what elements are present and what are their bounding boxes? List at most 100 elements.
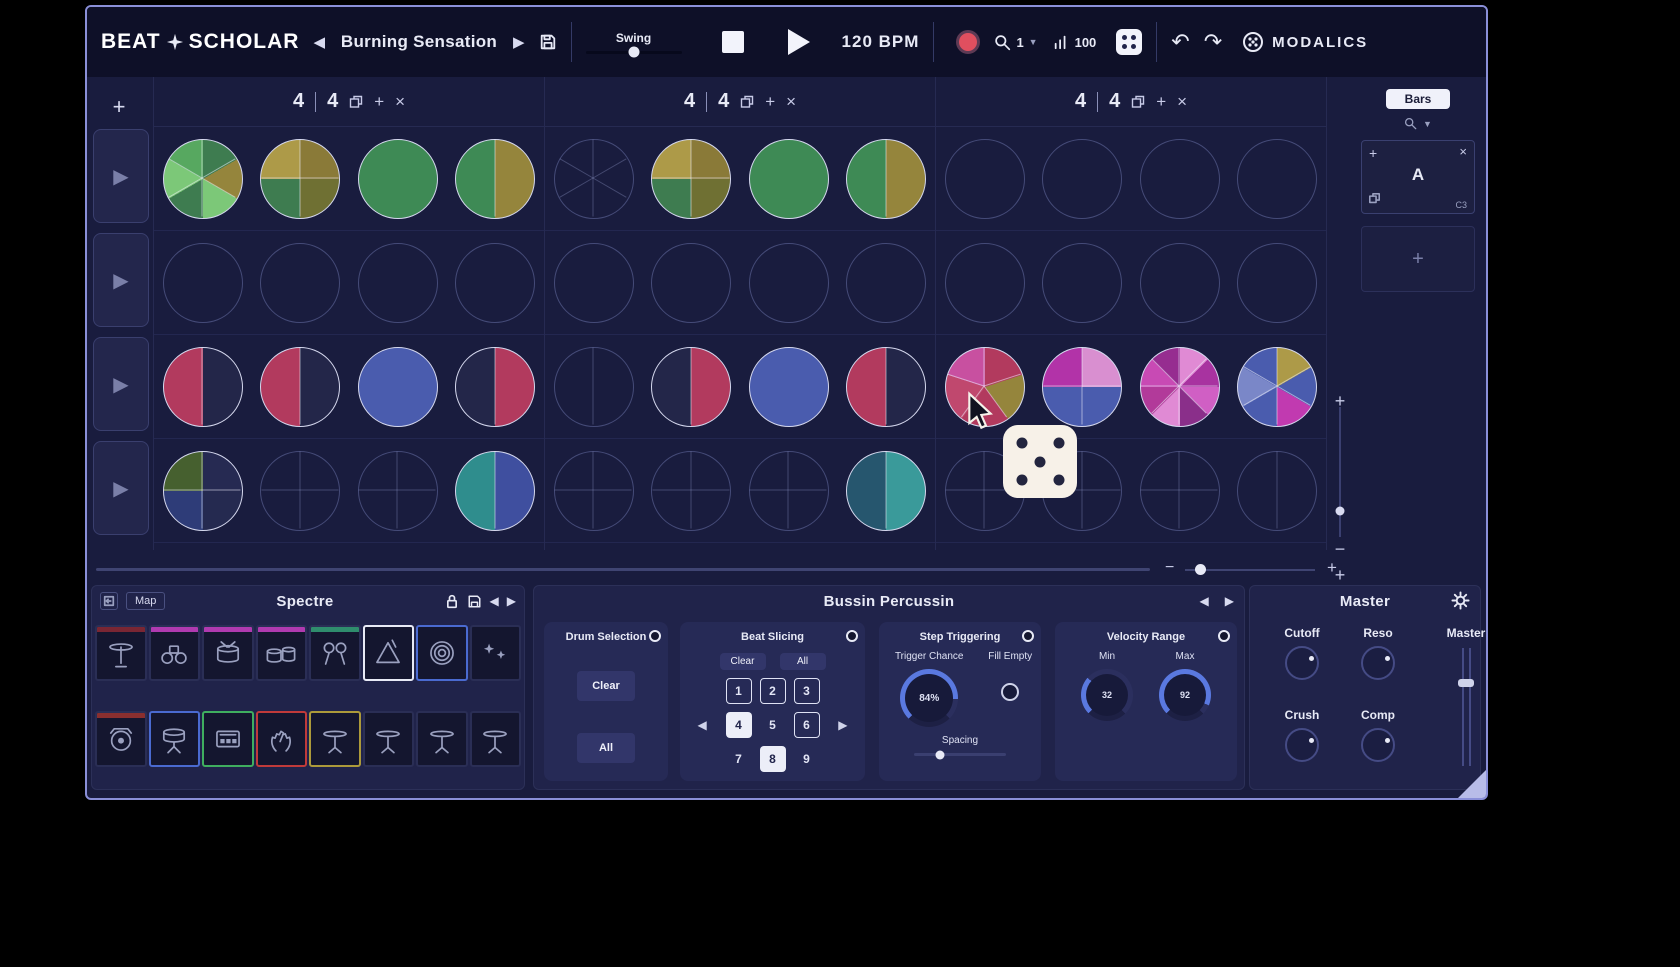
magnifier-icon[interactable] bbox=[1404, 117, 1417, 130]
beat-pad[interactable] bbox=[749, 243, 829, 323]
stop-button[interactable] bbox=[722, 31, 744, 53]
next-slice-page-button[interactable]: ▶ bbox=[838, 718, 847, 732]
beat-pad[interactable] bbox=[554, 139, 634, 219]
instrument-tile-drum[interactable] bbox=[202, 625, 254, 681]
beat-pad[interactable] bbox=[651, 451, 731, 531]
spacing-slider[interactable] bbox=[914, 753, 1006, 756]
save-icon[interactable] bbox=[539, 33, 557, 51]
drum-selection-toggle[interactable] bbox=[649, 630, 661, 642]
prev-kit-button[interactable]: ◀ bbox=[490, 594, 499, 608]
row-play-button[interactable]: ▶ bbox=[93, 337, 149, 431]
time-signature-top[interactable]: 4 bbox=[1075, 90, 1086, 113]
beat-pad[interactable] bbox=[554, 243, 634, 323]
master-volume-slider[interactable] bbox=[1462, 648, 1471, 766]
dice-icon[interactable] bbox=[1116, 29, 1142, 55]
beat-pad[interactable] bbox=[1237, 139, 1317, 219]
instrument-tile-spiral[interactable] bbox=[416, 625, 468, 681]
beat-pad[interactable] bbox=[1140, 243, 1220, 323]
beat-pad[interactable] bbox=[358, 139, 438, 219]
velocity-range-toggle[interactable] bbox=[1218, 630, 1230, 642]
instrument-tile-drumpair[interactable] bbox=[256, 625, 308, 681]
beat-pad[interactable] bbox=[455, 139, 535, 219]
reso-knob[interactable] bbox=[1361, 646, 1395, 680]
velocity-meter-control[interactable]: 100 bbox=[1052, 34, 1097, 50]
slice-number-2[interactable]: 2 bbox=[760, 678, 786, 704]
instrument-tile-gong[interactable] bbox=[95, 711, 147, 767]
bars-toggle[interactable]: Bars bbox=[1386, 89, 1450, 109]
beat-pad[interactable] bbox=[945, 139, 1025, 219]
beat-pad[interactable] bbox=[358, 243, 438, 323]
prev-song-button[interactable]: ◀ bbox=[313, 33, 325, 51]
beat-pad[interactable] bbox=[455, 347, 535, 427]
add-measure-icon[interactable]: + bbox=[1156, 93, 1166, 110]
beat-pad[interactable] bbox=[1042, 243, 1122, 323]
lock-icon[interactable] bbox=[445, 594, 459, 609]
remove-measure-icon[interactable]: × bbox=[786, 93, 796, 110]
beat-slicing-all-button[interactable]: All bbox=[780, 653, 826, 670]
beat-pad[interactable] bbox=[749, 347, 829, 427]
hscroll-track[interactable] bbox=[96, 568, 1150, 571]
beat-pad[interactable] bbox=[1140, 347, 1220, 427]
prev-slice-page-button[interactable]: ◀ bbox=[698, 718, 707, 732]
save-kit-icon[interactable] bbox=[467, 594, 482, 609]
time-signature-bottom[interactable]: 4 bbox=[1109, 90, 1120, 113]
zoom-in-horizontal-button[interactable]: + bbox=[1327, 558, 1337, 578]
bar-slot-a[interactable]: + × A C3 bbox=[1361, 140, 1475, 214]
instrument-tile-clap[interactable] bbox=[256, 711, 308, 767]
beat-pad[interactable] bbox=[651, 243, 731, 323]
slice-number-9[interactable]: 9 bbox=[794, 746, 820, 772]
time-signature-bottom[interactable]: 4 bbox=[718, 90, 729, 113]
beat-pad[interactable] bbox=[163, 451, 243, 531]
instrument-tile-cymbal2[interactable] bbox=[416, 711, 468, 767]
beat-pad[interactable] bbox=[846, 347, 926, 427]
prev-preset-button[interactable]: ◀ bbox=[1200, 594, 1209, 608]
resize-handle[interactable] bbox=[1458, 770, 1486, 798]
crush-knob[interactable] bbox=[1285, 728, 1319, 762]
chevron-down-icon[interactable]: ▼ bbox=[1423, 119, 1432, 129]
instrument-tile-cymbal[interactable] bbox=[95, 625, 147, 681]
beat-pad[interactable] bbox=[554, 451, 634, 531]
beat-pad[interactable] bbox=[1140, 139, 1220, 219]
duplicate-bar-icon[interactable] bbox=[1369, 191, 1380, 209]
play-button[interactable] bbox=[788, 29, 810, 55]
add-measure-icon[interactable]: + bbox=[374, 93, 384, 110]
vertical-zoom-slider[interactable] bbox=[1339, 407, 1341, 537]
redo-icon[interactable]: ↷ bbox=[1204, 31, 1222, 53]
beat-pad[interactable] bbox=[1140, 451, 1220, 531]
beat-pad[interactable] bbox=[749, 451, 829, 531]
beat-slicing-clear-button[interactable]: Clear bbox=[720, 653, 766, 670]
beat-pad[interactable] bbox=[260, 243, 340, 323]
instrument-tile-drummachine[interactable] bbox=[202, 711, 254, 767]
instrument-tile-snare[interactable] bbox=[149, 711, 201, 767]
beat-pad[interactable] bbox=[163, 347, 243, 427]
beat-pad[interactable] bbox=[651, 347, 731, 427]
beat-pad[interactable] bbox=[260, 451, 340, 531]
beat-pad[interactable] bbox=[749, 139, 829, 219]
beat-pad[interactable] bbox=[1237, 243, 1317, 323]
remove-measure-icon[interactable]: × bbox=[1177, 93, 1187, 110]
collapse-panel-icon[interactable] bbox=[100, 592, 118, 610]
drum-selection-all-button[interactable]: All bbox=[577, 733, 635, 763]
beat-pad[interactable] bbox=[260, 347, 340, 427]
zoom-out-horizontal-button[interactable]: − bbox=[1165, 559, 1174, 577]
remove-measure-icon[interactable]: × bbox=[395, 93, 405, 110]
beat-pad[interactable] bbox=[846, 243, 926, 323]
beat-pad[interactable] bbox=[1042, 139, 1122, 219]
duplicate-measure-icon[interactable] bbox=[349, 95, 363, 109]
instrument-tile-cymbal2[interactable] bbox=[470, 711, 522, 767]
beat-pad[interactable] bbox=[358, 451, 438, 531]
row-play-button[interactable]: ▶ bbox=[93, 233, 149, 327]
beat-pad[interactable] bbox=[651, 139, 731, 219]
beat-pad[interactable] bbox=[846, 139, 926, 219]
instrument-tile-cymbal2[interactable] bbox=[363, 711, 415, 767]
chevron-down-icon[interactable]: ▼ bbox=[1029, 37, 1038, 47]
undo-icon[interactable]: ↶ bbox=[1171, 31, 1189, 53]
trigger-chance-knob[interactable]: 84% bbox=[900, 669, 958, 727]
comp-knob[interactable] bbox=[1361, 728, 1395, 762]
beat-pad[interactable] bbox=[358, 347, 438, 427]
instrument-tile-stars[interactable] bbox=[470, 625, 522, 681]
beat-pad[interactable] bbox=[846, 451, 926, 531]
slice-number-3[interactable]: 3 bbox=[794, 678, 820, 704]
slice-number-4[interactable]: 4 bbox=[726, 712, 752, 738]
beat-pad[interactable] bbox=[260, 139, 340, 219]
